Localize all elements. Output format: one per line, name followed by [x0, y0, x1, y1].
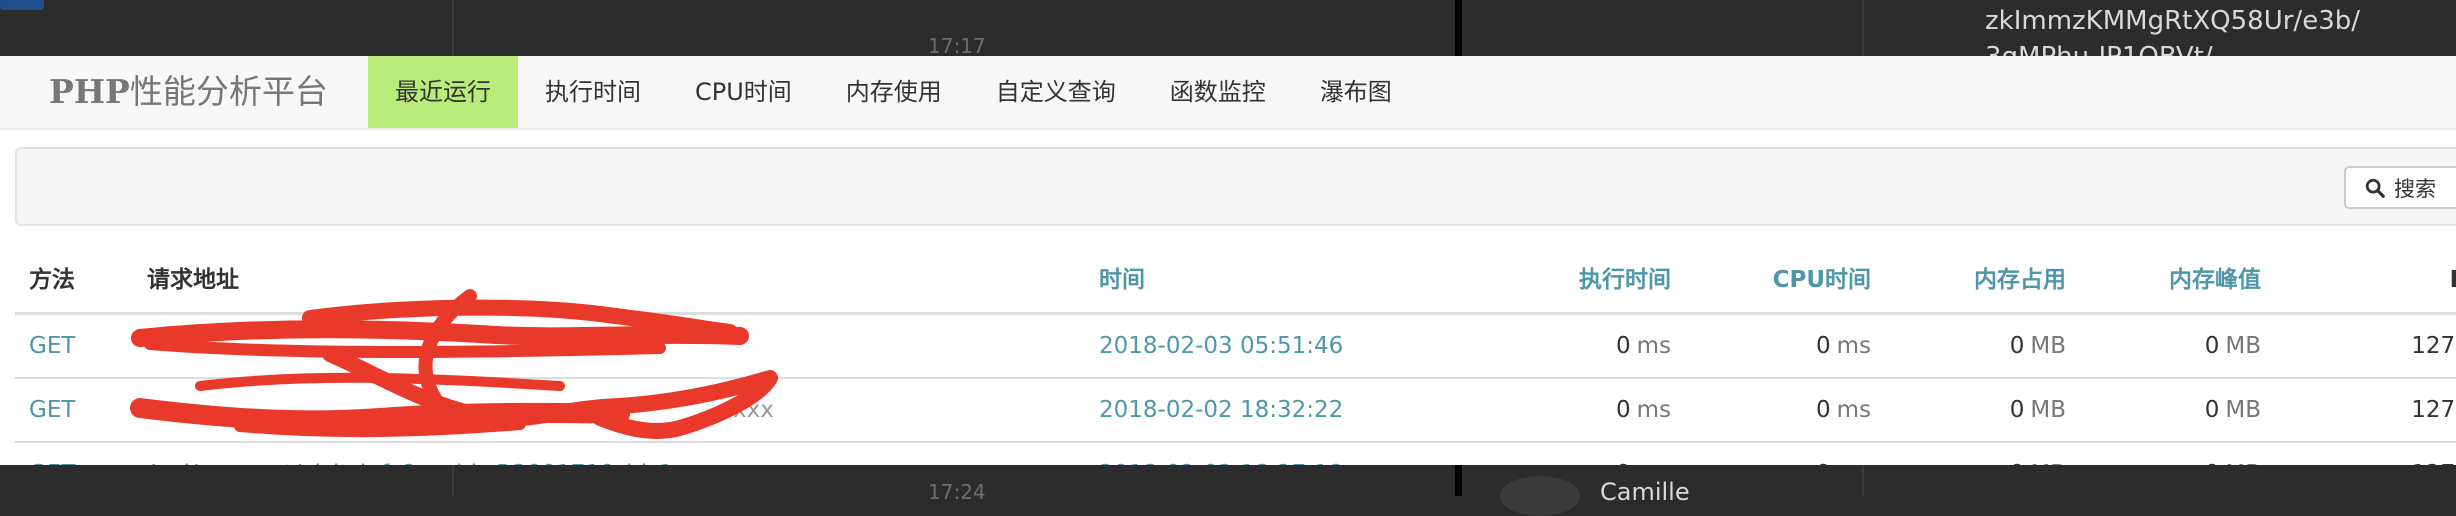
mem-unit: MB	[2030, 333, 2066, 359]
header-exec-time[interactable]: 执行时间	[1345, 242, 1685, 315]
cell-memory-peak: 0 MB	[2080, 442, 2275, 465]
table-header-row: 方法 请求地址 时间 执行时间 CPU时间 内存占用 内存峰值 IP地址	[15, 242, 2456, 315]
peak-unit: MB	[2225, 461, 2261, 465]
peak-unit: MB	[2225, 333, 2261, 359]
background-avatar-circle	[1500, 476, 1580, 516]
brand-php: PHP	[49, 72, 130, 111]
nav-function-monitor[interactable]: 函数监控	[1143, 56, 1293, 128]
background-column-divider	[452, 465, 454, 496]
cell-exec-time: 0ms	[1345, 378, 1685, 443]
header-time[interactable]: 时间	[1085, 242, 1345, 315]
peak-value: 0	[2204, 397, 2220, 423]
header-cpu-time[interactable]: CPU时间	[1685, 242, 1885, 315]
exec-unit: ms	[1636, 397, 1671, 423]
background-window-bottom	[0, 465, 2456, 496]
cell-ip[interactable]: 127.0.0.1	[2275, 313, 2456, 379]
table-row: GET xxx 2018-02-02 18:32:22 0 ms 0 ms 0 MB …	[15, 378, 2456, 443]
nav-memory-usage[interactable]: 内存使用	[819, 56, 969, 128]
nav-custom-query[interactable]: 自定义查询	[969, 56, 1143, 128]
cell-exec-time: 0ms	[1345, 313, 1685, 379]
cpu-value: 0	[1816, 461, 1831, 465]
exec-unit: ms	[1636, 333, 1671, 359]
cell-cpu-time: 0 ms	[1685, 442, 1885, 465]
cell-memory-peak: 0MB	[2080, 313, 2275, 379]
table-row: GET /api/apsmart/visit_info?seqid=R20017…	[15, 442, 2456, 465]
search-icon	[2365, 178, 2385, 198]
cell-ip[interactable]: 127.0.0.1	[2275, 442, 2456, 465]
nav-cpu-time[interactable]: CPU时间	[668, 56, 819, 128]
mem-unit: MB	[2030, 397, 2066, 423]
cell-memory: 0MB	[1885, 313, 2080, 379]
mem-value: 0	[2010, 461, 2025, 465]
background-text-line-1: zkImmzKMMgRtXQ58Ur/e3b/	[1985, 6, 2360, 36]
app-window: PHP性能分析平台 最近运行 执行时间 CPU时间 内存使用 自定义查询 函数监…	[0, 56, 2456, 465]
header-memory[interactable]: 内存占用	[1885, 242, 2080, 315]
header-method: 方法	[15, 242, 133, 315]
nav-recent-runs[interactable]: 最近运行	[368, 56, 518, 128]
cell-url[interactable]: /api/apsmart/visit_info?seqid=R2001710_i…	[133, 442, 1085, 465]
cell-ip[interactable]: 127.0.0.1	[2275, 378, 2456, 443]
cell-memory: 0 MB	[1885, 442, 2080, 465]
search-button[interactable]: 搜索	[2344, 166, 2456, 209]
background-time-top: 17:17	[928, 34, 986, 58]
cell-time[interactable]: 2018-02-03 05:51:46	[1085, 313, 1345, 379]
exec-value: 0	[1615, 397, 1631, 423]
cell-url[interactable]: xxx	[133, 378, 1085, 443]
mem-value: 0	[2009, 333, 2025, 359]
cell-url[interactable]	[133, 313, 1085, 379]
background-column-divider	[452, 0, 454, 56]
cell-time[interactable]: 2018-02-02 18:27:18	[1085, 442, 1345, 465]
search-button-label: 搜索	[2394, 176, 2436, 201]
filter-toolbar	[15, 147, 2456, 226]
cell-memory: 0MB	[1885, 378, 2080, 443]
mem-unit: MB	[2030, 461, 2066, 465]
background-window-divider	[1455, 465, 1462, 496]
cell-cpu-time: 0ms	[1685, 378, 1885, 443]
nav-tabs: 最近运行 执行时间 CPU时间 内存使用 自定义查询 函数监控 瀑布图	[368, 56, 1419, 128]
runs-table: 方法 请求地址 时间 执行时间 CPU时间 内存占用 内存峰值 IP地址 GET…	[15, 242, 2456, 465]
nav-exec-time[interactable]: 执行时间	[518, 56, 668, 128]
peak-unit: MB	[2225, 397, 2261, 423]
header-memory-peak[interactable]: 内存峰值	[2080, 242, 2275, 315]
header-url: 请求地址	[133, 242, 1085, 315]
cell-method[interactable]: GET	[15, 442, 133, 465]
navbar: PHP性能分析平台 最近运行 执行时间 CPU时间 内存使用 自定义查询 函数监…	[0, 56, 2456, 130]
background-column-divider	[1862, 0, 1864, 56]
exec-value: 0	[1615, 333, 1631, 359]
background-time-bottom: 17:24	[928, 480, 986, 504]
header-ip: IP地址	[2275, 242, 2456, 315]
cell-cpu-time: 0ms	[1685, 313, 1885, 379]
cell-method[interactable]: GET	[15, 313, 133, 379]
cpu-value: 0	[1815, 397, 1831, 423]
background-window-divider	[1455, 0, 1462, 56]
cpu-value: 0	[1815, 333, 1831, 359]
background-avatar	[0, 0, 44, 10]
exec-unit: ms	[1637, 461, 1671, 465]
cell-time[interactable]: 2018-02-02 18:32:22	[1085, 378, 1345, 443]
mem-value: 0	[2009, 397, 2025, 423]
cell-exec-time: 0 ms	[1345, 442, 1685, 465]
brand-title: 性能分析平台	[129, 72, 328, 111]
cpu-unit: ms	[1837, 461, 1871, 465]
background-contact-name: Camille	[1600, 478, 1690, 506]
cpu-unit: ms	[1836, 333, 1871, 359]
cell-method[interactable]: GET	[15, 378, 133, 443]
cpu-unit: ms	[1836, 397, 1871, 423]
background-column-divider	[1862, 465, 1864, 496]
peak-value: 0	[2205, 461, 2220, 465]
nav-waterfall[interactable]: 瀑布图	[1293, 56, 1419, 128]
peak-value: 0	[2204, 333, 2220, 359]
cell-memory-peak: 0MB	[2080, 378, 2275, 443]
table-row: GET 2018-02-03 05:51:46 0 ms 0 ms 0 MB 0 MB …	[15, 313, 2456, 379]
exec-value: 0	[1616, 461, 1631, 465]
brand[interactable]: PHP性能分析平台	[49, 68, 328, 116]
